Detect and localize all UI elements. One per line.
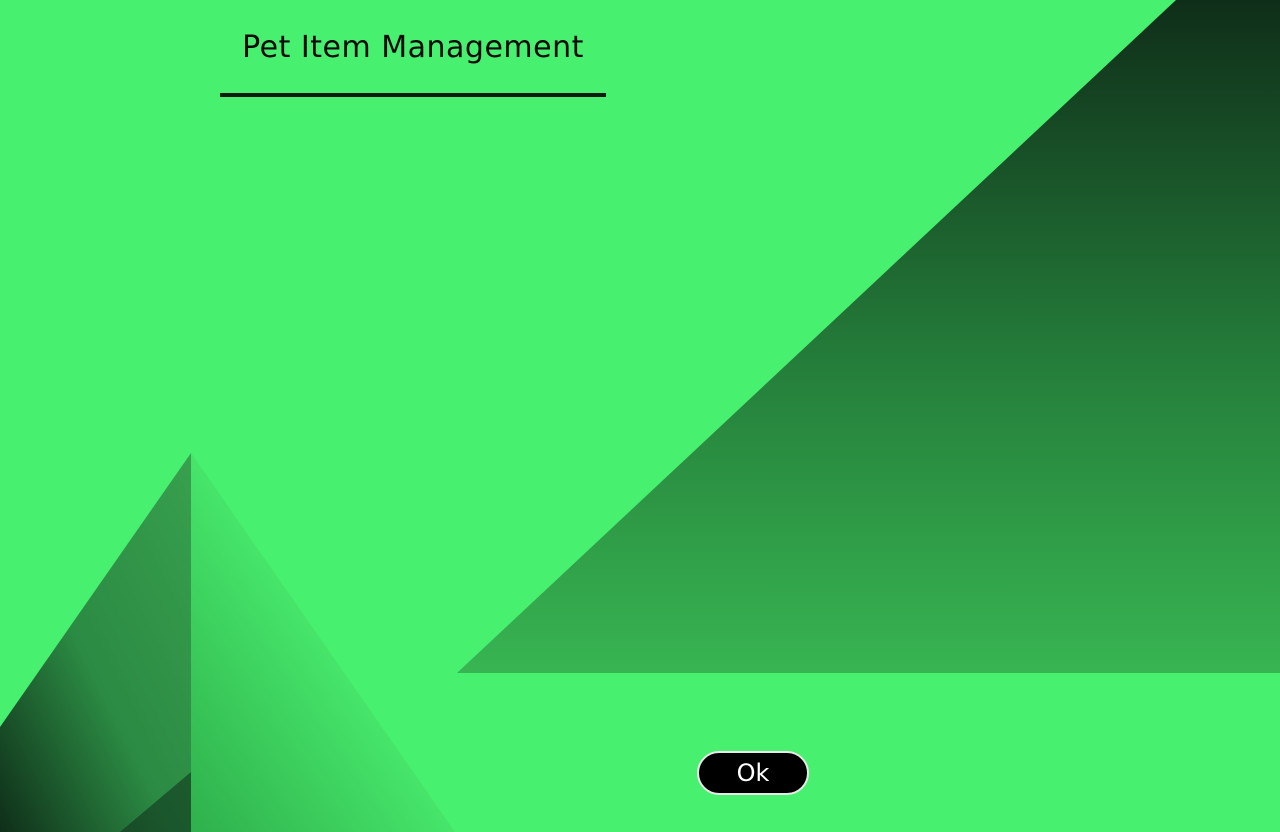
left-triangle-facet: [191, 453, 455, 832]
left-triangle-decoration: [0, 453, 191, 832]
dialog-window: Pet Item Management Ok: [0, 0, 1280, 832]
title-underline: [220, 93, 606, 97]
ok-button[interactable]: Ok: [697, 751, 809, 795]
left-triangle-shadow: [120, 772, 191, 832]
right-triangle-decoration: [457, 0, 1280, 673]
dialog-title: Pet Item Management: [242, 30, 584, 65]
background-decoration: [0, 0, 1280, 832]
